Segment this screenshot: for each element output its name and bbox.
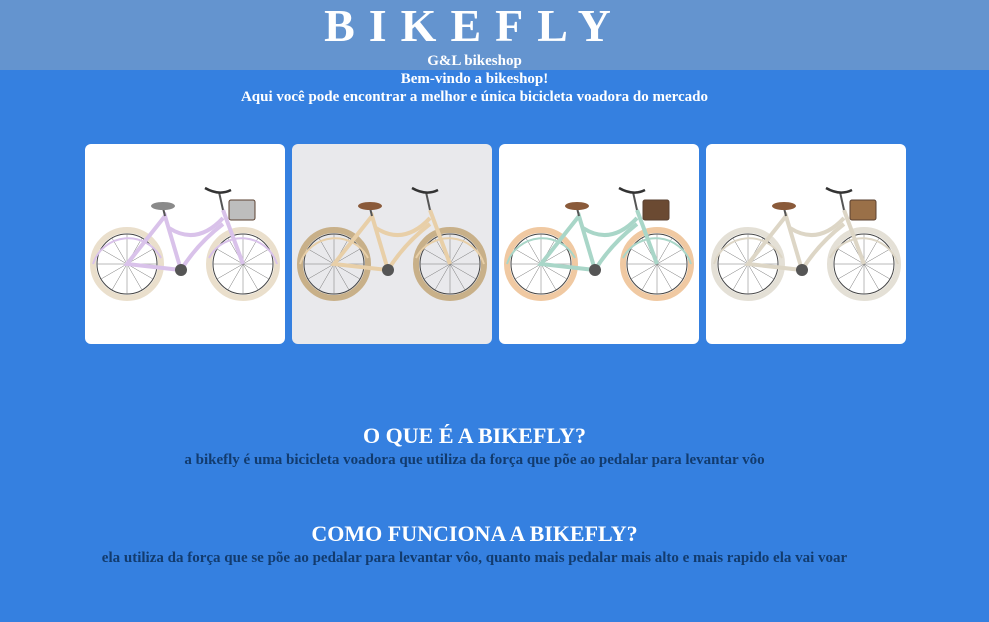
bicycle-beige-image [711,186,901,301]
section-text-how: ela utiliza da força que se põe ao pedal… [101,550,848,566]
bicycle-cream-image [297,186,487,301]
shop-name: G&L bikeshop [427,53,522,69]
section-text-what: a bikefly é uma bicicleta voadora que ut… [184,452,765,468]
section-title-what: O QUE É A BIKEFLY? [363,423,586,448]
bike-card-2 [292,144,492,344]
bike-gallery [85,144,906,344]
section-title-how: COMO FUNCIONA A BIKEFLY? [311,521,638,546]
bike-card-4 [706,144,906,344]
tagline-text: Aqui você pode encontrar a melhor e únic… [240,89,709,105]
bicycle-mint-image [504,186,694,301]
bike-card-3 [499,144,699,344]
bike-card-1 [85,144,285,344]
welcome-text: Bem-vindo a bikeshop! [400,71,549,87]
brand-title: BIKEFLY [324,0,625,51]
intro-block: G&L bikeshop Bem-vindo a bikeshop! Aqui … [0,52,949,106]
bicycle-lavender-image [90,186,280,301]
